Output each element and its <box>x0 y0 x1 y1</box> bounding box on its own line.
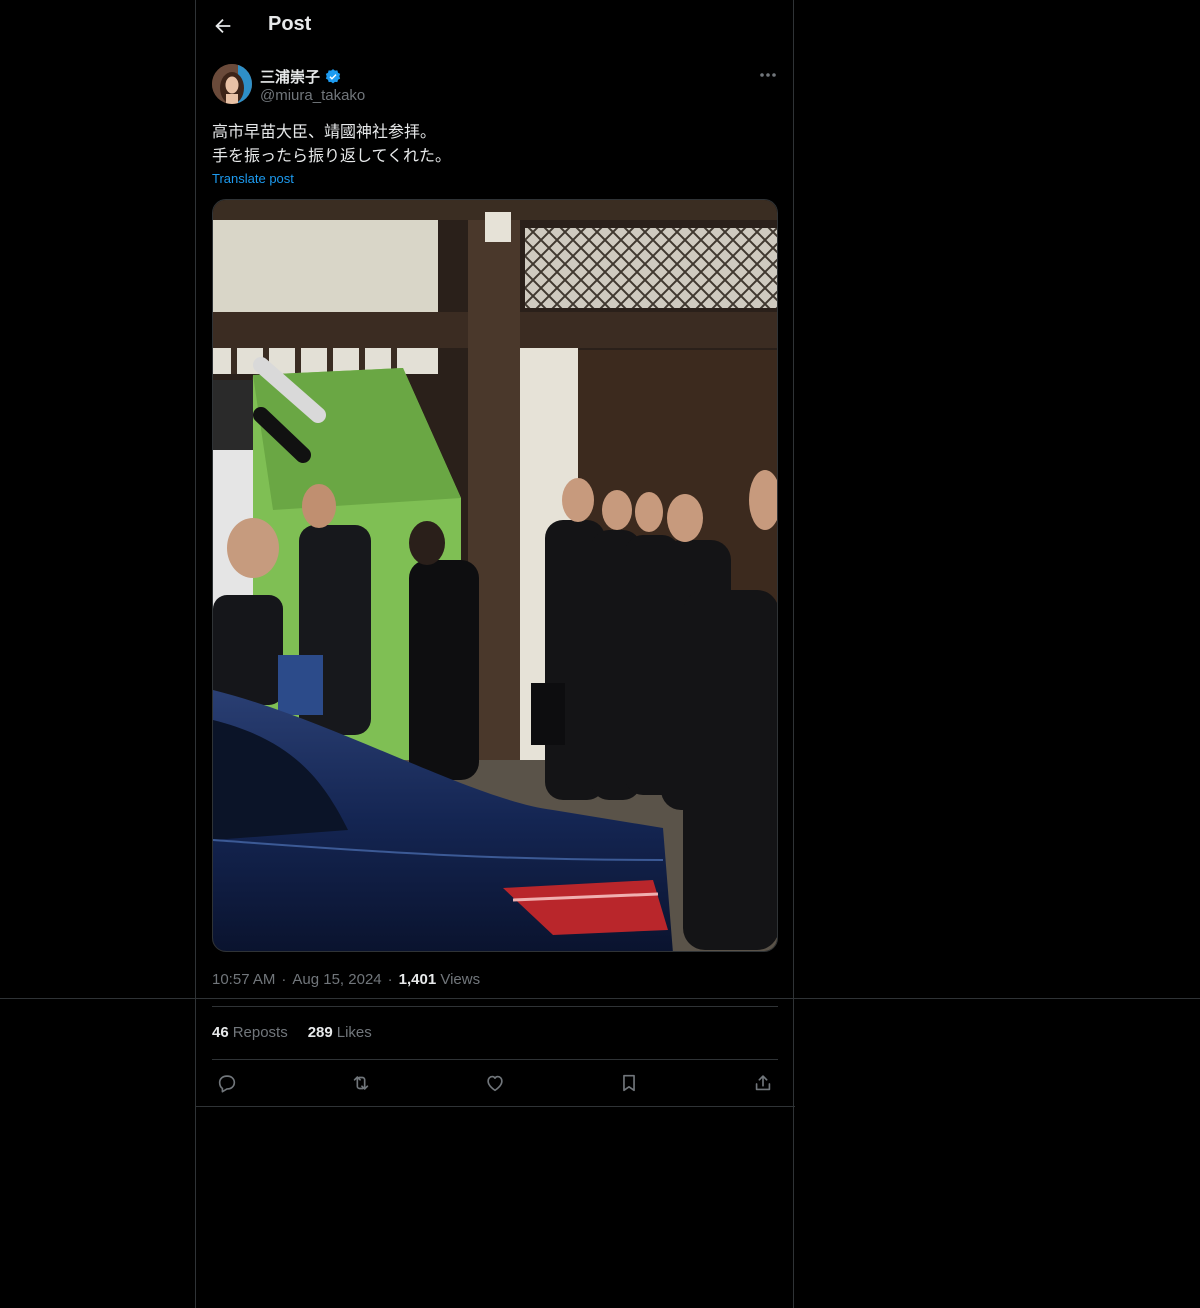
like-icon[interactable] <box>484 1072 506 1094</box>
post-text: 高市早苗大臣、靖國神社参拝。 手を振ったら振り返してくれた。 <box>212 120 772 168</box>
reposts-count: 46 <box>212 1024 229 1041</box>
reposts-label: Reposts <box>232 1024 288 1041</box>
views-stat: 1,401 Views <box>399 971 480 988</box>
divider <box>212 1006 778 1007</box>
post-text-line: 手を振ったら振り返してくれた。 <box>212 146 452 165</box>
reposts-stat[interactable]: 46 Reposts <box>212 1024 288 1041</box>
top-bar: Post <box>196 0 795 54</box>
views-count: 1,401 <box>398 971 437 988</box>
post-meta: 10:57 AM · Aug 15, 2024 · 1,401 Views <box>212 971 480 988</box>
bookmark-icon[interactable] <box>618 1072 640 1094</box>
page-title: Post <box>268 13 312 35</box>
avatar[interactable] <box>212 64 252 104</box>
meta-dot: · <box>281 971 287 988</box>
post-text-line: 高市早苗大臣、靖國神社参拝。 <box>212 122 437 141</box>
action-bar <box>212 1060 778 1106</box>
share-icon[interactable] <box>752 1072 774 1094</box>
author-name[interactable]: 三浦崇子 <box>260 66 320 87</box>
meta-dot: · <box>387 971 393 988</box>
verified-badge-icon <box>325 68 341 83</box>
page-divider <box>0 998 1200 999</box>
likes-stat[interactable]: 289 Likes <box>308 1024 372 1041</box>
post-time[interactable]: 10:57 AM <box>212 971 275 988</box>
post-column: Post 三浦崇子 @miura_takako 高市早苗大臣、靖國神社参拝。 手… <box>195 0 795 1308</box>
engagement-stats: 46 Reposts 289 Likes <box>212 1024 372 1041</box>
post-date[interactable]: Aug 15, 2024 <box>292 971 381 988</box>
divider <box>196 1106 795 1107</box>
translate-post-link[interactable]: Translate post <box>212 171 294 186</box>
views-label: Views <box>440 971 481 988</box>
post-photo[interactable] <box>212 199 778 952</box>
author-handle[interactable]: @miura_takako <box>260 87 365 104</box>
repost-icon[interactable] <box>350 1072 372 1094</box>
reply-icon[interactable] <box>216 1072 238 1094</box>
likes-count: 289 <box>307 1024 333 1041</box>
author-name-row: 三浦崇子 <box>260 66 342 87</box>
more-icon[interactable] <box>754 64 782 86</box>
back-arrow-icon[interactable] <box>212 15 234 37</box>
likes-label: Likes <box>336 1024 372 1041</box>
